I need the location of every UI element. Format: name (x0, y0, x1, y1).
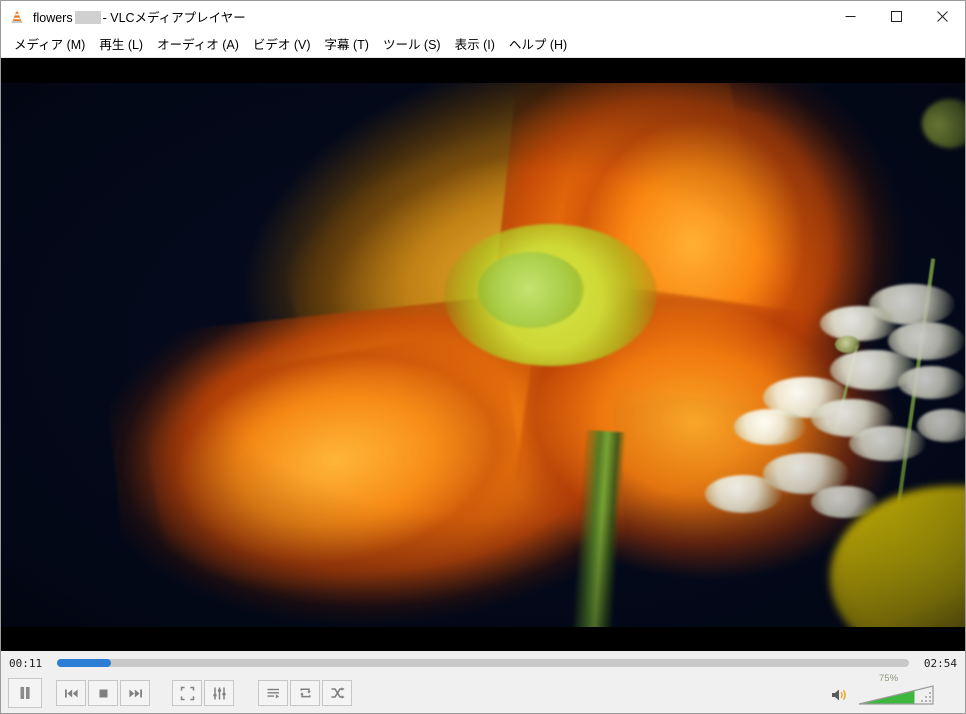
window-title-app: - VLCメディアプレイヤー (102, 10, 246, 25)
maximize-icon (890, 10, 902, 22)
equalizer-icon (212, 687, 226, 699)
menu-tools[interactable]: ツール (S) (376, 31, 448, 57)
menu-media[interactable]: メディア (M) (7, 31, 92, 57)
playlist-button[interactable] (258, 680, 288, 706)
elapsed-time: 00:11 (9, 656, 43, 670)
previous-button[interactable] (56, 680, 86, 706)
transport-button-group (56, 680, 150, 706)
play-pause-button[interactable] (8, 678, 42, 708)
title-bar: flowers - VLCメディアプレイヤー (1, 1, 965, 31)
previous-icon (64, 689, 78, 697)
window-title: flowers - VLCメディアプレイヤー (33, 7, 246, 26)
view-button-group (172, 680, 234, 706)
vlc-cone-icon (8, 7, 26, 25)
maximize-button[interactable] (873, 1, 919, 31)
next-button[interactable] (120, 680, 150, 706)
menu-bar: メディア (M) 再生 (L) オーディオ (A) ビデオ (V) 字幕 (T)… (1, 31, 965, 58)
control-bar: 75% (1, 673, 965, 713)
menu-help[interactable]: ヘルプ (H) (502, 31, 574, 57)
playlist-button-group (258, 680, 352, 706)
top-right-foliage (921, 99, 965, 149)
mute-toggle-button[interactable] (829, 684, 851, 706)
total-time: 02:54 (923, 656, 957, 670)
babys-breath-cluster (733, 409, 806, 445)
seek-slider[interactable] (57, 659, 909, 667)
next-icon (128, 689, 142, 697)
babys-breath-cluster (897, 365, 965, 399)
title-redaction-block (74, 10, 101, 24)
close-button[interactable] (919, 1, 965, 31)
babys-breath-cluster (704, 474, 782, 513)
fullscreen-icon (180, 686, 194, 700)
menu-subtitle[interactable]: 字幕 (T) (318, 31, 376, 57)
minimize-icon (845, 15, 855, 17)
playlist-icon (267, 688, 279, 698)
window-controls (827, 1, 965, 31)
volume-percent-label: 75% (879, 673, 899, 684)
resize-grip[interactable] (921, 692, 933, 704)
flower-scene (1, 83, 965, 627)
letterbox-bottom (1, 627, 965, 651)
video-display-area[interactable] (1, 58, 965, 651)
shuffle-button[interactable] (322, 680, 352, 706)
babys-breath-cluster (849, 425, 927, 462)
loop-icon (299, 688, 311, 698)
close-icon (936, 10, 948, 22)
speaker-icon (832, 689, 846, 701)
stamen-center (478, 251, 585, 328)
extended-settings-button[interactable] (204, 680, 234, 706)
menu-playback[interactable]: 再生 (L) (92, 31, 150, 57)
letterbox-top (1, 58, 965, 83)
menu-video[interactable]: ビデオ (V) (246, 31, 318, 57)
window-title-file: flowers (33, 10, 73, 25)
volume-control: 75% (829, 673, 937, 708)
pause-icon (20, 687, 30, 699)
seek-bar-row: 00:11 02:54 (1, 651, 965, 675)
babys-breath-cluster (820, 306, 898, 342)
menu-audio[interactable]: オーディオ (A) (150, 31, 246, 57)
video-frame (1, 83, 965, 627)
stop-button[interactable] (88, 680, 118, 706)
fullscreen-button[interactable] (172, 680, 202, 706)
minimize-button[interactable] (827, 1, 873, 31)
loop-button[interactable] (290, 680, 320, 706)
shuffle-icon (331, 687, 344, 699)
seek-progress-fill (57, 659, 111, 667)
vlc-main-window: flowers - VLCメディアプレイヤー メディア (M) 再生 (L) オ… (0, 0, 966, 714)
stop-icon (99, 689, 107, 697)
menu-view[interactable]: 表示 (I) (448, 31, 502, 57)
